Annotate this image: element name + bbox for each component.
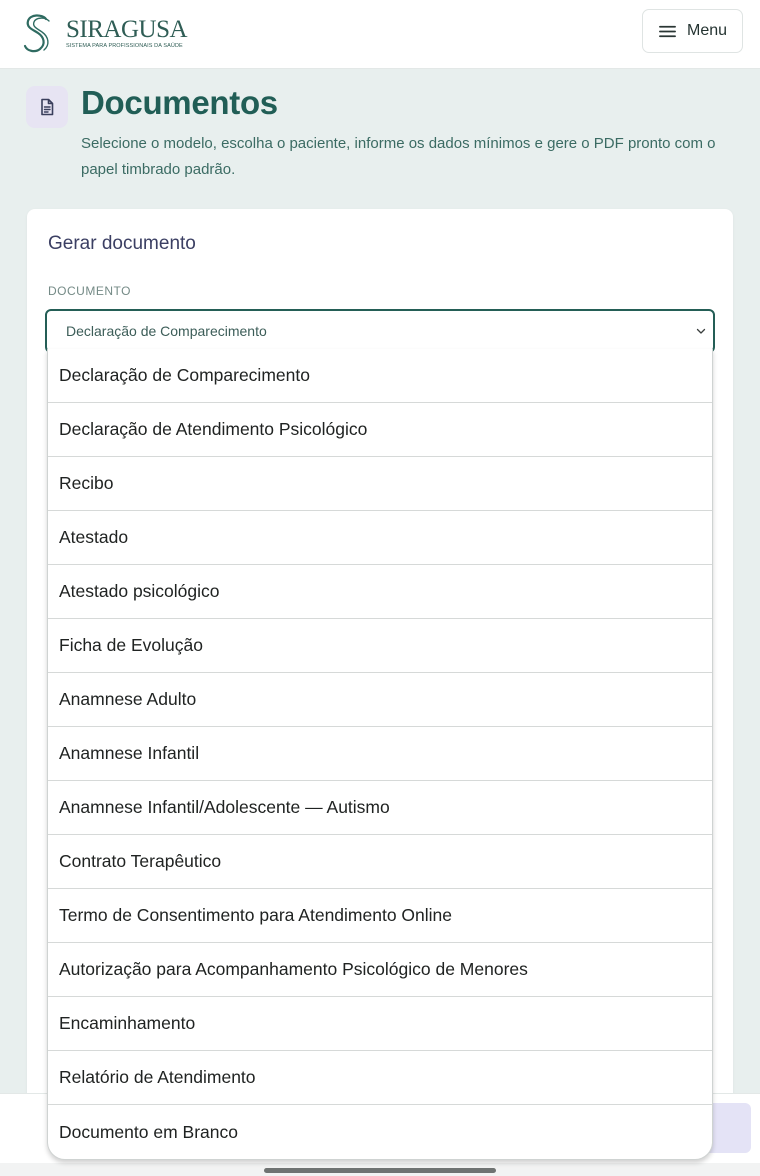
document-option[interactable]: Recibo [48,457,712,511]
menu-label: Menu [686,22,728,39]
document-option[interactable]: Termo de Consentimento para Atendimento … [48,889,712,943]
page-icon-badge [26,86,68,128]
document-option[interactable]: Autorização para Acompanhamento Psicológ… [48,943,712,997]
document-option[interactable]: Declaração de Atendimento Psicológico [48,403,712,457]
document-option[interactable]: Declaração de Comparecimento [48,349,712,403]
document-option[interactable]: Encaminhamento [48,997,712,1051]
card-title: Gerar documento [48,233,196,254]
logo-name: SIRAGUSA [66,15,188,43]
home-indicator[interactable] [264,1168,496,1173]
document-option[interactable]: Anamnese Infantil/Adolescente — Autismo [48,781,712,835]
menu-button[interactable]: Menu [642,9,743,53]
document-option[interactable]: Anamnese Adulto [48,673,712,727]
document-option[interactable]: Atestado psicológico [48,565,712,619]
document-select[interactable]: Declaração de Comparecimento [45,309,715,353]
document-option[interactable]: Documento em Branco [48,1105,712,1159]
siragusa-logo-icon [23,14,50,53]
chevron-down-icon [696,328,706,334]
page-title: Documentos [81,84,278,121]
document-option[interactable]: Atestado [48,511,712,565]
document-field-label: DOCUMENTO [48,284,131,298]
document-select-value: Declaração de Comparecimento [66,323,267,339]
document-option[interactable]: Anamnese Infantil [48,727,712,781]
document-option[interactable]: Ficha de Evolução [48,619,712,673]
document-option[interactable]: Relatório de Atendimento [48,1051,712,1105]
logo-tagline: SISTEMA PARA PROFISSIONAIS DA SAÚDE [66,42,183,49]
page-subtitle: Selecione o modelo, escolha o paciente, … [81,135,716,178]
document-option[interactable]: Contrato Terapêutico [48,835,712,889]
brand-logo[interactable]: SIRAGUSA SISTEMA PARA PROFISSIONAIS DA S… [20,12,188,54]
top-header: SIRAGUSA SISTEMA PARA PROFISSIONAIS DA S… [0,0,760,69]
hamburger-icon [659,25,676,37]
document-icon [41,98,54,116]
document-options-list: Declaração de Comparecimento Declaração … [47,349,713,1160]
